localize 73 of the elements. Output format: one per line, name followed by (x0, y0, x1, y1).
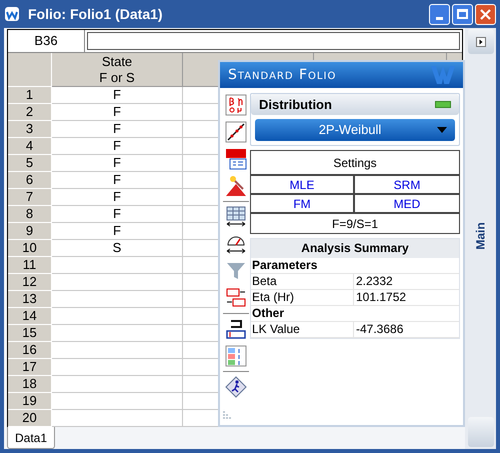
row-header[interactable]: 19 (8, 393, 52, 410)
row-header[interactable]: 16 (8, 342, 52, 359)
row-header[interactable]: 2 (8, 104, 52, 121)
status-indicator-icon (435, 101, 451, 108)
section-heading: Other (251, 306, 459, 322)
parameter-value: -47.3686 (355, 322, 404, 337)
analysis-summary-header: Analysis Summary (251, 239, 459, 258)
parameter-value: 2.2332 (355, 274, 394, 289)
parameter-label: Eta (Hr) (251, 290, 354, 305)
window-title: Folio: Folio1 (Data1) (28, 4, 163, 24)
close-button[interactable] (475, 4, 496, 24)
row-header[interactable]: 8 (8, 206, 52, 223)
line-plot-icon[interactable] (225, 121, 247, 143)
distribution-label: Distribution (259, 96, 332, 114)
row-header[interactable]: 20 (8, 410, 52, 427)
settings-option-link[interactable]: MED (355, 195, 459, 214)
row-header[interactable]: 18 (8, 376, 52, 393)
colored-table-icon[interactable] (225, 345, 247, 367)
table-cell: F (52, 155, 183, 172)
greek-symbols-icon[interactable] (225, 94, 247, 116)
grid-arrows-icon[interactable] (225, 206, 247, 228)
settings-header: Settings (251, 151, 459, 176)
minimize-icon (436, 16, 443, 20)
table-cell: F (52, 87, 183, 104)
row-header[interactable]: 11 (8, 257, 52, 274)
parameter-value: 101.1752 (355, 290, 408, 305)
failure-suspension-count: F=9/S=1 (330, 216, 380, 232)
resize-grip-icon (222, 411, 232, 421)
column-header[interactable]: State F or S (52, 53, 183, 87)
maximize-icon (457, 9, 468, 19)
row-header[interactable]: 6 (8, 172, 52, 189)
row-header[interactable]: 1 (8, 87, 52, 104)
watermark-logo-icon (431, 66, 455, 84)
close-icon (480, 8, 491, 20)
app-logo-icon (4, 6, 20, 22)
row-header[interactable]: 9 (8, 223, 52, 240)
settings-option-link[interactable]: FM (251, 195, 355, 214)
caret-icon (437, 127, 447, 133)
row-header[interactable]: 4 (8, 138, 52, 155)
section-heading: Parameters (251, 258, 459, 274)
row-header[interactable]: 3 (8, 121, 52, 138)
row-header[interactable]: 12 (8, 274, 52, 291)
row-header[interactable]: 14 (8, 308, 52, 325)
table-cell: F (52, 206, 183, 223)
parameter-label: LK Value (251, 322, 354, 337)
table-cell: S (52, 240, 183, 257)
table-cell: F (52, 138, 183, 155)
row-header[interactable]: 5 (8, 155, 52, 172)
wizard-icon[interactable] (225, 175, 247, 197)
number-convert-icon[interactable] (225, 287, 247, 309)
return-field-icon[interactable] (225, 318, 247, 340)
table-cell: F (52, 121, 183, 138)
settings-option-link[interactable]: MLE (251, 176, 355, 195)
sheet-tab[interactable]: Data1 (7, 427, 56, 449)
row-header[interactable]: 17 (8, 359, 52, 376)
distribution-dropdown[interactable]: 2P-Weibull (255, 119, 455, 141)
table-cell: F (52, 172, 183, 189)
table-cell: F (52, 189, 183, 206)
table-cell: F (52, 104, 183, 121)
parameter-label: Beta (251, 274, 354, 289)
row-header[interactable]: 15 (8, 325, 52, 342)
expand-button[interactable] (468, 29, 494, 54)
row-header[interactable]: 10 (8, 240, 52, 257)
running-figure-icon[interactable] (225, 376, 247, 398)
maximize-button[interactable] (452, 4, 473, 24)
minimize-button[interactable] (429, 4, 450, 24)
row-header[interactable]: 7 (8, 189, 52, 206)
table-cell: F (52, 223, 183, 240)
row-header[interactable]: 13 (8, 291, 52, 308)
settings-option-link[interactable]: SRM (355, 176, 459, 195)
calculator-list-icon[interactable] (225, 148, 247, 170)
panel-title: Standard Folio (228, 66, 336, 84)
cell-reference-field[interactable]: B36 (8, 30, 85, 52)
